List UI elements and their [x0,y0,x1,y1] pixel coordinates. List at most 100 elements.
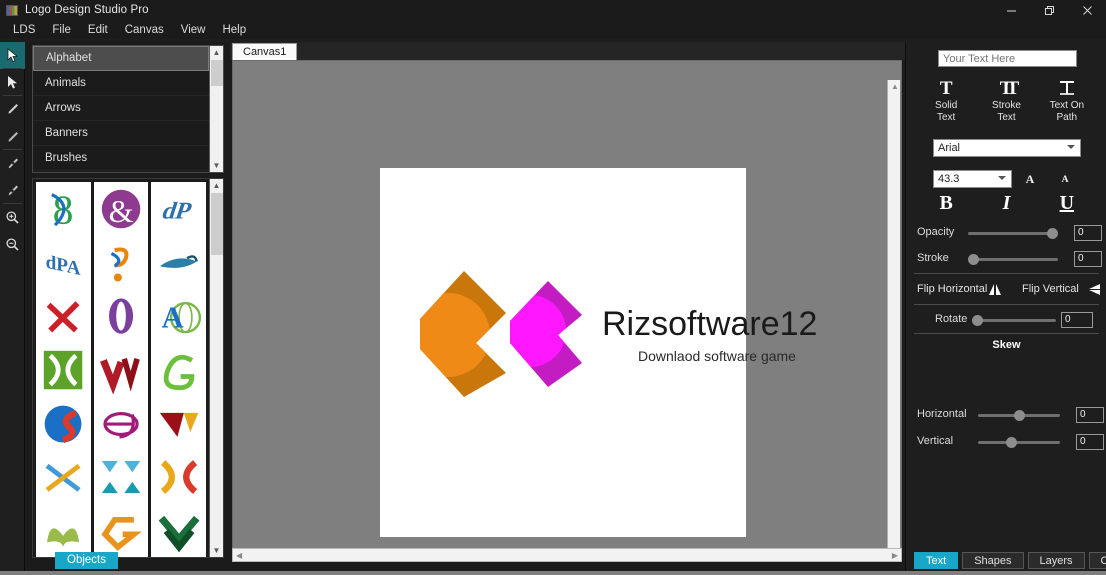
scroll-left-icon[interactable]: ◀ [236,552,242,560]
stroke-slider[interactable] [968,258,1058,261]
shape-thumbnail[interactable] [36,289,91,344]
shape-thumbnail[interactable] [151,503,206,557]
shape-thumbnail[interactable] [151,449,206,505]
scroll-up-icon[interactable]: ▲ [213,46,221,59]
text-mode-buttons: T Solid Text TT Stroke Text Text On Path [916,78,1097,123]
zoom-out-tool[interactable] [0,231,25,258]
scroll-down-icon[interactable]: ▼ [213,159,221,172]
select-tool[interactable] [0,42,25,69]
logo-tagline: Downlaod software game [638,348,796,364]
canvas-vertical-scrollbar[interactable]: ▲ ▼ [887,80,900,553]
shape-thumbnail[interactable] [93,503,149,557]
shape-thumbnail[interactable] [93,396,149,451]
opacity-row: Opacity 0 [906,223,1106,245]
artboard[interactable]: Rizsoftware12 Downlaod software game [380,168,817,537]
shape-thumbnail[interactable] [93,342,149,398]
flip-row: Flip Horizontal Flip Vertical [906,279,1106,301]
category-scroll-thumb[interactable] [211,60,223,86]
font-size-select[interactable]: 43.3 [933,170,1012,188]
rotate-slider[interactable] [972,319,1056,322]
font-family-value: Arial [938,142,961,154]
shape-thumbnail[interactable]: dP [151,182,206,237]
shape-thumbnail[interactable]: dPA [36,235,91,291]
category-item-banners[interactable]: Banners [33,121,209,146]
flip-vertical-icon[interactable] [1088,283,1101,296]
pencil-tool[interactable] [0,123,25,150]
shape-thumbnail[interactable] [151,342,206,398]
decrease-font-size-button[interactable]: A [1054,171,1076,189]
flip-vertical-label[interactable]: Flip Vertical [1022,283,1079,295]
scroll-down-icon[interactable]: ▼ [213,544,221,557]
menu-help[interactable]: Help [214,22,254,38]
menu-lds[interactable]: LDS [5,22,43,38]
skew-vertical-slider-knob[interactable] [1006,437,1017,448]
divider [914,304,1099,305]
shape-thumbnail[interactable] [93,449,149,505]
category-item-animals[interactable]: Animals [33,71,209,96]
tab-layers[interactable]: Layers [1027,552,1085,569]
skew-vertical-value[interactable]: 0 [1076,434,1104,450]
shape-thumbnail[interactable]: A [151,289,206,344]
text-on-path-button[interactable]: Text On Path [1040,78,1094,123]
rotate-slider-knob[interactable] [972,315,983,326]
close-button[interactable] [1068,0,1106,20]
skew-vertical-slider[interactable] [978,441,1060,444]
menu-file[interactable]: File [44,22,79,38]
opacity-value[interactable]: 0 [1074,225,1102,241]
underline-button[interactable]: U [1047,192,1087,215]
skew-horizontal-slider-knob[interactable] [1014,410,1025,421]
increase-font-size-button[interactable]: A [1019,170,1041,188]
opacity-slider[interactable] [968,232,1058,235]
canvas-horizontal-scrollbar[interactable]: ◀ ▶ [232,548,902,562]
shape-thumbnail[interactable] [36,503,91,557]
tab-shapes[interactable]: Shapes [962,552,1024,569]
scroll-up-icon[interactable]: ▲ [891,83,899,91]
category-item-arrows[interactable]: Arrows [33,96,209,121]
minimize-button[interactable] [992,0,1030,20]
rotate-value[interactable]: 0 [1061,312,1093,328]
opacity-slider-knob[interactable] [1047,228,1058,239]
bold-button[interactable]: B [926,192,966,215]
canvas-viewport[interactable]: Rizsoftware12 Downlaod software game ▲ ▼ [232,60,902,554]
shape-thumbnail[interactable] [93,235,149,291]
category-scrollbar[interactable]: ▲ ▼ [209,46,223,172]
font-family-select[interactable]: Arial [933,139,1081,157]
menu-canvas[interactable]: Canvas [117,22,172,38]
menu-view[interactable]: View [173,22,214,38]
zoom-in-tool[interactable] [0,204,25,231]
shape-thumbnail[interactable] [36,342,91,398]
scroll-up-icon[interactable]: ▲ [213,179,221,192]
thumbnails-scroll-thumb[interactable] [211,193,223,255]
add-node-tool[interactable] [0,150,25,177]
restore-button[interactable] [1030,0,1068,20]
thumbnails-scrollbar[interactable]: ▲ ▼ [209,179,223,557]
menu-edit[interactable]: Edit [80,22,116,38]
stroke-text-button[interactable]: TT Stroke Text [979,78,1033,123]
shape-thumbnail[interactable] [151,396,206,451]
edit-node-tool[interactable] [0,177,25,204]
scroll-right-icon[interactable]: ▶ [892,552,898,560]
solid-text-button[interactable]: T Solid Text [919,78,973,123]
flip-horizontal-label[interactable]: Flip Horizontal [917,283,987,295]
shape-thumbnail[interactable] [93,289,149,344]
text-input[interactable] [938,50,1077,67]
category-item-brushes[interactable]: Brushes [33,146,209,171]
shape-thumbnail[interactable]: 8 [36,182,91,237]
objects-tab[interactable]: Objects [55,552,118,569]
pen-tool[interactable] [0,96,25,123]
shape-thumbnail[interactable] [36,449,91,505]
shape-thumbnail[interactable] [151,235,206,291]
canvas-tab-canvas1[interactable]: Canvas1 [232,43,298,60]
logo-object[interactable]: Rizsoftware12 Downlaod software game [390,263,870,403]
stroke-slider-knob[interactable] [968,254,979,265]
tab-text[interactable]: Text [914,552,959,569]
skew-horizontal-value[interactable]: 0 [1076,407,1104,423]
stroke-value[interactable]: 0 [1074,251,1102,267]
italic-button[interactable]: I [986,192,1026,215]
direct-select-tool[interactable] [0,69,25,96]
shape-thumbnail[interactable] [36,396,91,451]
tab-color[interactable]: Color [1088,552,1106,569]
flip-horizontal-icon[interactable] [988,283,1002,296]
shape-thumbnail[interactable]: & [93,182,149,237]
category-item-alphabet[interactable]: Alphabet [33,46,209,71]
